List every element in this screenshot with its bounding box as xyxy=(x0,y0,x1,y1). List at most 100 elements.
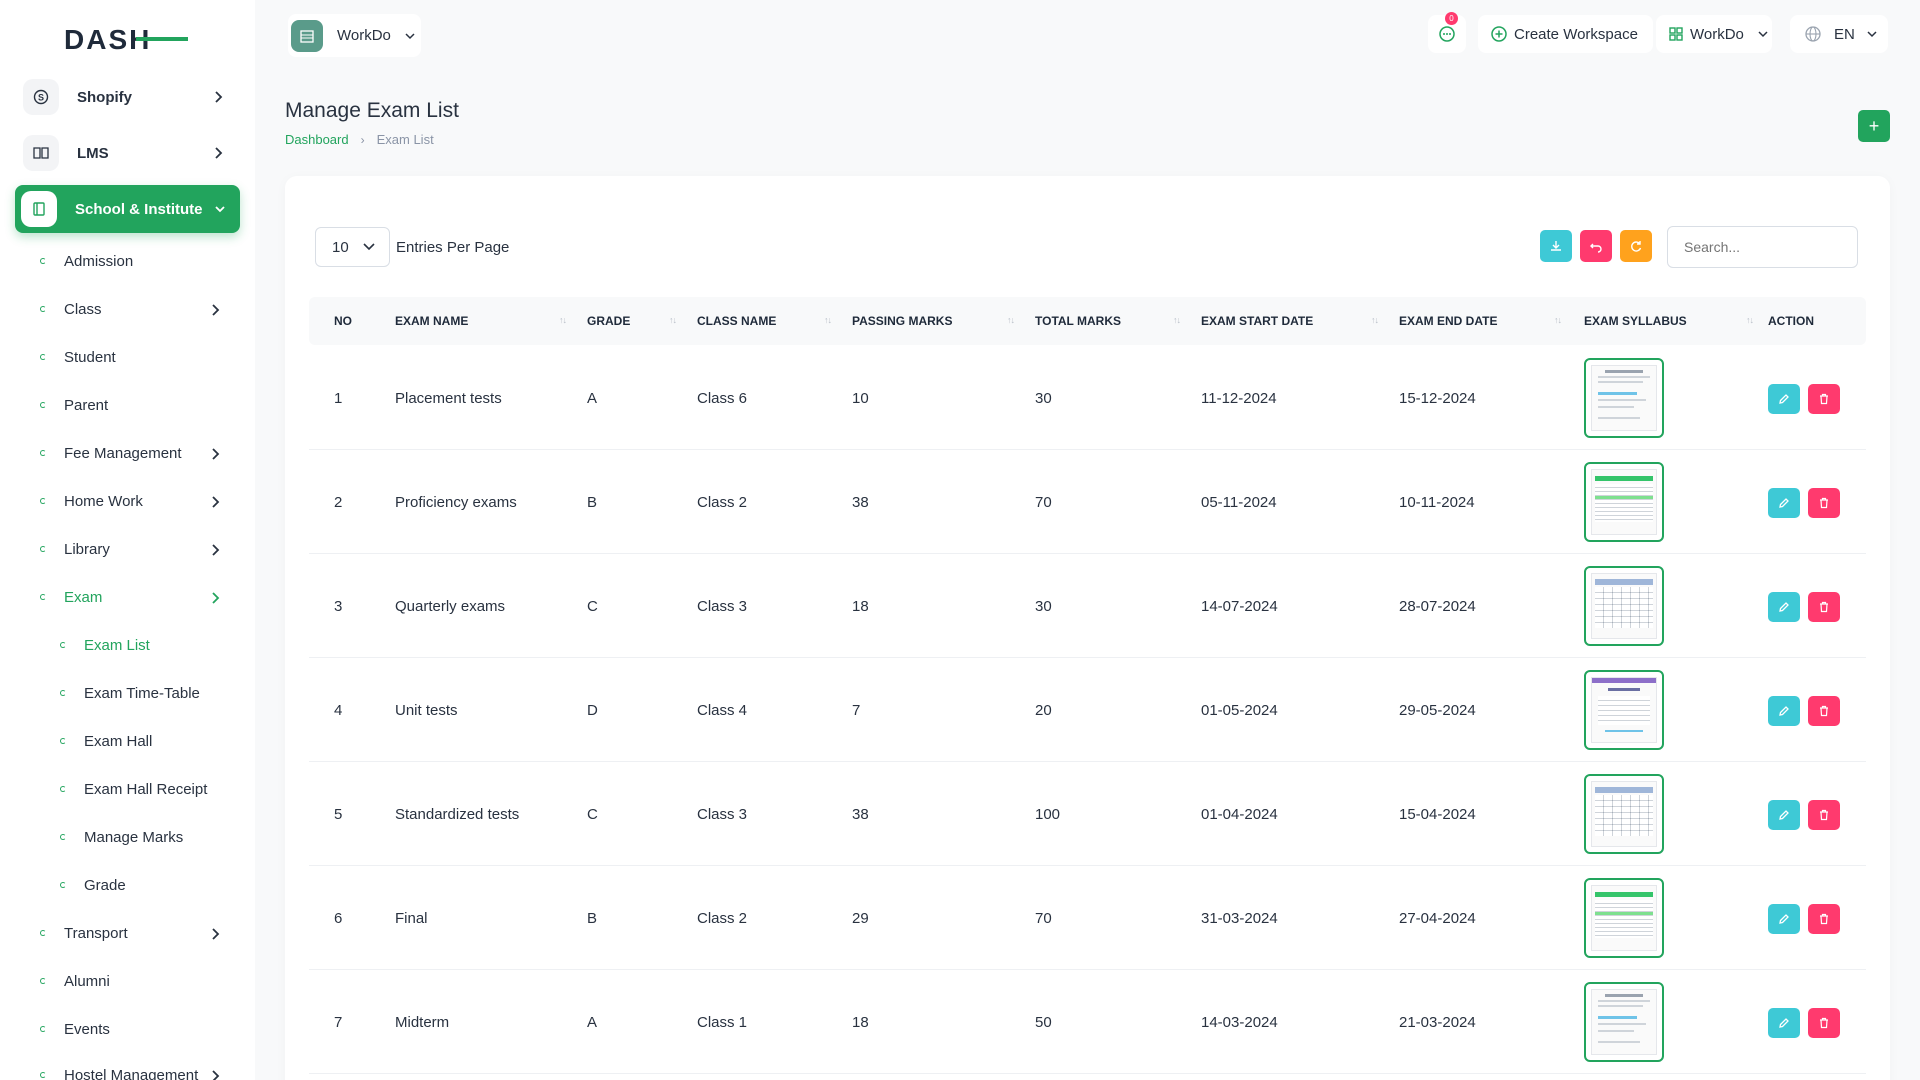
sort-icon[interactable]: ↑↓ xyxy=(1746,315,1754,325)
sidebar-item-alumni[interactable]: Alumni xyxy=(40,966,240,996)
entries-select[interactable]: 10 xyxy=(315,227,390,267)
cell-no: 6 xyxy=(334,909,343,927)
edit-button[interactable] xyxy=(1768,592,1800,622)
sidebar-item-manage-marks[interactable]: Manage Marks xyxy=(60,822,240,852)
column-header-exam-name[interactable]: EXAM NAME xyxy=(395,297,468,345)
column-header-exam-syllabus[interactable]: EXAM SYLLABUS xyxy=(1584,297,1687,345)
delete-button[interactable] xyxy=(1808,592,1840,622)
cell-end: 28-07-2024 xyxy=(1399,597,1476,615)
sort-icon[interactable]: ↑↓ xyxy=(1371,315,1379,325)
sidebar-item-library[interactable]: Library xyxy=(40,534,240,564)
column-header-grade[interactable]: GRADE xyxy=(587,297,630,345)
sidebar-item-exam[interactable]: Exam xyxy=(40,582,240,612)
sort-icon[interactable]: ↑↓ xyxy=(824,315,832,325)
workspace-selector[interactable]: WorkDo xyxy=(288,14,421,57)
syllabus-thumbnail[interactable] xyxy=(1584,670,1664,750)
breadcrumb-dashboard-link[interactable]: Dashboard xyxy=(285,132,349,147)
edit-button[interactable] xyxy=(1768,904,1800,934)
sidebar-item-admission[interactable]: Admission xyxy=(40,246,240,276)
sidebar-item-exam-hall-receipt[interactable]: Exam Hall Receipt xyxy=(60,774,240,804)
syllabus-thumbnail[interactable] xyxy=(1584,566,1664,646)
cell-total: 100 xyxy=(1035,805,1061,823)
refresh-button[interactable] xyxy=(1620,230,1652,262)
sidebar-item-shopify[interactable]: S Shopify xyxy=(17,73,237,121)
document-preview-icon xyxy=(1591,573,1657,639)
sort-icon[interactable]: ↑↓ xyxy=(1554,315,1562,325)
sidebar-item-lms[interactable]: LMS xyxy=(17,129,237,177)
column-header-total-marks[interactable]: TOTAL MARKS xyxy=(1035,297,1121,345)
sort-icon[interactable]: ↑↓ xyxy=(1007,315,1015,325)
delete-button[interactable] xyxy=(1808,488,1840,518)
chevron-down-icon xyxy=(215,206,225,213)
delete-button[interactable] xyxy=(1808,384,1840,414)
cell-total: 70 xyxy=(1035,493,1052,511)
column-header-class-name[interactable]: CLASS NAME xyxy=(697,297,776,345)
syllabus-thumbnail[interactable] xyxy=(1584,358,1664,438)
pencil-icon xyxy=(1779,602,1789,612)
delete-button[interactable] xyxy=(1808,800,1840,830)
chevron-right-icon xyxy=(212,592,220,604)
bullet-icon xyxy=(40,1026,46,1032)
edit-button[interactable] xyxy=(1768,800,1800,830)
column-header-passing-marks[interactable]: PASSING MARKS xyxy=(852,297,952,345)
edit-button[interactable] xyxy=(1768,696,1800,726)
bullet-icon xyxy=(40,306,46,312)
cell-grade: B xyxy=(587,493,598,511)
delete-button[interactable] xyxy=(1808,904,1840,934)
sidebar-item-parent[interactable]: Parent xyxy=(40,390,240,420)
search-input[interactable] xyxy=(1667,226,1858,268)
sidebar-item-school-institute[interactable]: School & Institute xyxy=(15,185,240,233)
syllabus-thumbnail[interactable] xyxy=(1584,462,1664,542)
dash-logo[interactable]: DASH xyxy=(64,24,189,54)
export-button[interactable] xyxy=(1540,230,1572,262)
messages-button[interactable]: 0 xyxy=(1428,12,1466,53)
edit-button[interactable] xyxy=(1768,488,1800,518)
sort-icon[interactable]: ↑↓ xyxy=(669,315,677,325)
cell-start: 05-11-2024 xyxy=(1201,493,1277,511)
syllabus-thumbnail[interactable] xyxy=(1584,982,1664,1062)
sidebar-item-class[interactable]: Class xyxy=(40,294,240,324)
sidebar-item-exam-list[interactable]: Exam List xyxy=(60,630,240,660)
language-dropdown[interactable]: EN xyxy=(1790,15,1888,53)
bullet-icon xyxy=(60,834,66,840)
sidebar-item-label: Exam Hall Receipt xyxy=(84,780,208,798)
sidebar-item-exam-hall[interactable]: Exam Hall xyxy=(60,726,240,756)
sidebar-item-transport[interactable]: Transport xyxy=(40,918,240,948)
table-row: 2 Proficiency exams B Class 2 38 70 05-11-2024… xyxy=(309,450,1866,554)
sidebar-item-exam-time-table[interactable]: Exam Time-Table xyxy=(60,678,240,708)
cell-grade: B xyxy=(587,909,598,927)
trash-icon xyxy=(1820,497,1828,509)
sidebar-item-grade[interactable]: Grade xyxy=(60,870,240,900)
edit-button[interactable] xyxy=(1768,384,1800,414)
refresh-icon xyxy=(1631,241,1642,252)
syllabus-thumbnail[interactable] xyxy=(1584,774,1664,854)
delete-button[interactable] xyxy=(1808,696,1840,726)
add-exam-button[interactable]: + xyxy=(1858,110,1890,142)
sidebar-item-fee-management[interactable]: Fee Management xyxy=(40,438,240,468)
column-header-exam-end-date[interactable]: EXAM END DATE xyxy=(1399,297,1497,345)
cell-name: Midterm xyxy=(395,1013,450,1031)
edit-button[interactable] xyxy=(1768,1008,1800,1038)
delete-button[interactable] xyxy=(1808,1008,1840,1038)
sidebar-item-events[interactable]: Events xyxy=(40,1014,240,1044)
bullet-icon xyxy=(60,690,66,696)
user-workspace-dropdown[interactable]: WorkDo xyxy=(1656,15,1772,53)
sidebar-item-label: School & Institute xyxy=(75,200,203,218)
column-header-no[interactable]: NO xyxy=(334,297,352,345)
cell-name: Unit tests xyxy=(395,701,458,719)
cell-class: Class 3 xyxy=(697,805,748,823)
create-workspace-button[interactable]: Create Workspace xyxy=(1478,15,1653,53)
column-header-exam-start-date[interactable]: EXAM START DATE xyxy=(1201,297,1313,345)
cell-grade: A xyxy=(587,389,598,407)
document-preview-icon xyxy=(1591,365,1657,431)
sort-icon[interactable]: ↑↓ xyxy=(559,315,567,325)
sidebar-item-student[interactable]: Student xyxy=(40,342,240,372)
cell-total: 70 xyxy=(1035,909,1052,927)
sidebar-item-home-work[interactable]: Home Work xyxy=(40,486,240,516)
column-header-action: ACTION xyxy=(1768,314,1814,328)
syllabus-thumbnail[interactable] xyxy=(1584,878,1664,958)
reset-button[interactable] xyxy=(1580,230,1612,262)
sidebar-item-hostel-management[interactable]: Hostel Management xyxy=(40,1060,240,1080)
user-workspace-label: WorkDo xyxy=(1690,25,1744,43)
sort-icon[interactable]: ↑↓ xyxy=(1173,315,1181,325)
